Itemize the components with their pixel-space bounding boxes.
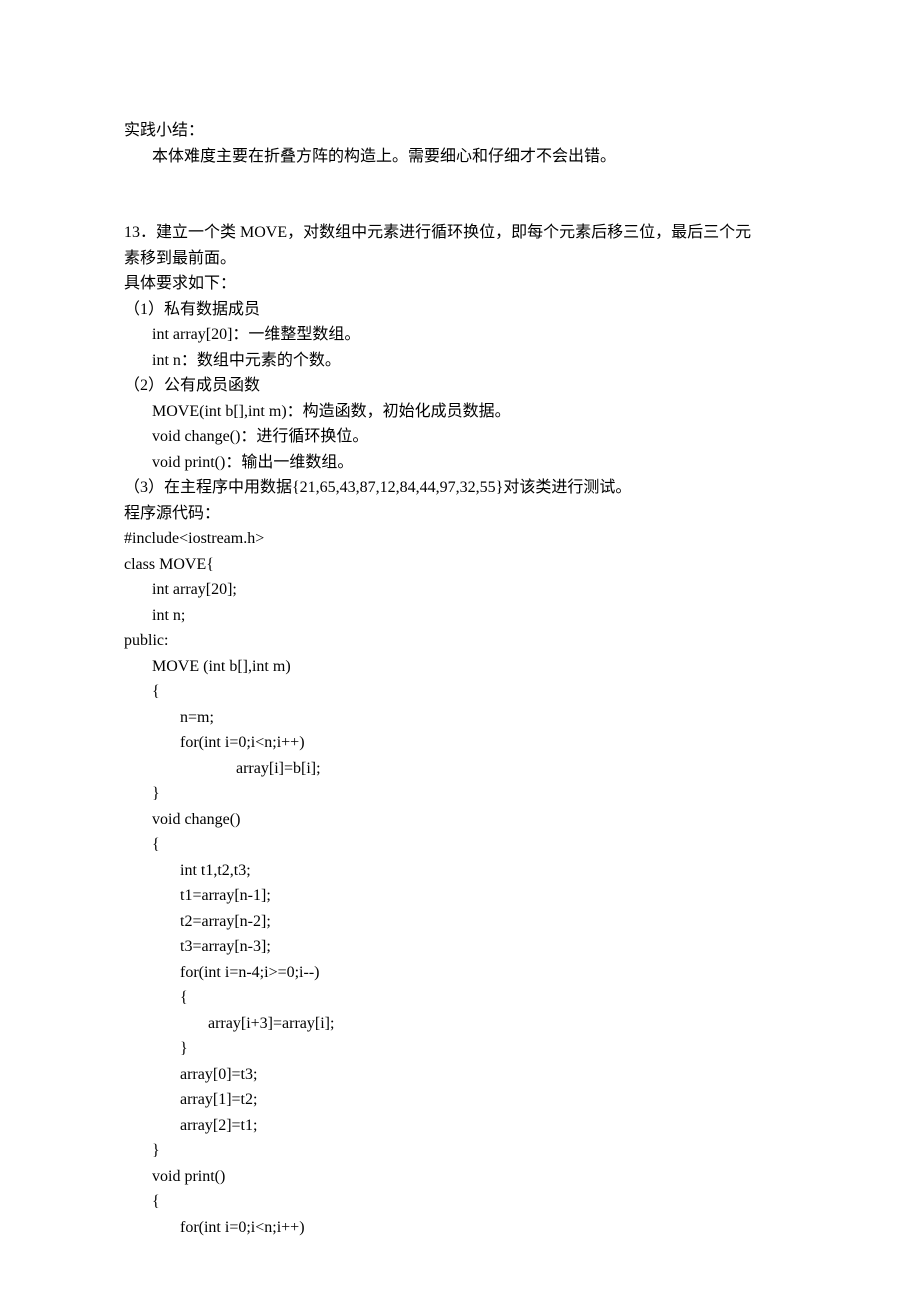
bullet-text: void print()：输出一维数组。 — [152, 454, 353, 471]
code-line: } — [124, 781, 796, 807]
section-public-functions: （2）公有成员函数 — [124, 373, 796, 399]
code-line: array[i+3]=array[i]; — [124, 1011, 796, 1037]
code-line: #include<iostream.h> — [124, 526, 796, 552]
code-line: public: — [124, 628, 796, 654]
code-line: void print() — [124, 1164, 796, 1190]
bullet-text: MOVE(int b[],int m)：构造函数，初始化成员数据。 — [152, 403, 511, 420]
bullet-item: MOVE(int b[],int m)：构造函数，初始化成员数据。 — [124, 399, 796, 425]
code-line: array[0]=t3; — [124, 1062, 796, 1088]
code-line: int n; — [124, 603, 796, 629]
summary-heading: 实践小结： — [124, 118, 796, 144]
bullet-text: int n：数组中元素的个数。 — [152, 352, 341, 369]
code-line: int t1,t2,t3; — [124, 858, 796, 884]
code-line: { — [124, 1189, 796, 1215]
blank-line — [124, 195, 796, 221]
code-line: array[i]=b[i]; — [124, 756, 796, 782]
bullet-text: int array[20]：一维整型数组。 — [152, 326, 360, 343]
bullet-item: void change()：进行循环换位。 — [124, 424, 796, 450]
section-private-members: （1）私有数据成员 — [124, 297, 796, 323]
code-line: int array[20]; — [124, 577, 796, 603]
code-line: void change() — [124, 807, 796, 833]
code-line: array[1]=t2; — [124, 1087, 796, 1113]
code-line: { — [124, 832, 796, 858]
bullet-item: int n：数组中元素的个数。 — [124, 348, 796, 374]
bullet-item: int array[20]：一维整型数组。 — [124, 322, 796, 348]
blank-line — [124, 169, 796, 195]
code-line: t1=array[n-1]; — [124, 883, 796, 909]
problem-statement-line2: 素移到最前面。 — [124, 246, 796, 272]
code-line: } — [124, 1036, 796, 1062]
code-line: n=m; — [124, 705, 796, 731]
code-line: t3=array[n-3]; — [124, 934, 796, 960]
code-line: array[2]=t1; — [124, 1113, 796, 1139]
document-page: 实践小结： 本体难度主要在折叠方阵的构造上。需要细心和仔细才不会出错。 13．建… — [0, 0, 920, 1302]
section-test-data: （3）在主程序中用数据{21,65,43,87,12,84,44,97,32,5… — [124, 475, 796, 501]
source-code-heading: 程序源代码： — [124, 501, 796, 527]
code-line: for(int i=0;i<n;i++) — [124, 1215, 796, 1241]
code-line: { — [124, 985, 796, 1011]
code-line: for(int i=0;i<n;i++) — [124, 730, 796, 756]
code-line: } — [124, 1138, 796, 1164]
problem-statement-line1: 13．建立一个类 MOVE，对数组中元素进行循环换位，即每个元素后移三位，最后三… — [124, 220, 796, 246]
requirements-heading: 具体要求如下： — [124, 271, 796, 297]
bullet-text: void change()：进行循环换位。 — [152, 428, 368, 445]
code-line: for(int i=n-4;i>=0;i--) — [124, 960, 796, 986]
summary-body: 本体难度主要在折叠方阵的构造上。需要细心和仔细才不会出错。 — [124, 144, 796, 170]
code-line: t2=array[n-2]; — [124, 909, 796, 935]
code-line: MOVE (int b[],int m) — [124, 654, 796, 680]
code-line: class MOVE{ — [124, 552, 796, 578]
code-line: { — [124, 679, 796, 705]
bullet-item: void print()：输出一维数组。 — [124, 450, 796, 476]
